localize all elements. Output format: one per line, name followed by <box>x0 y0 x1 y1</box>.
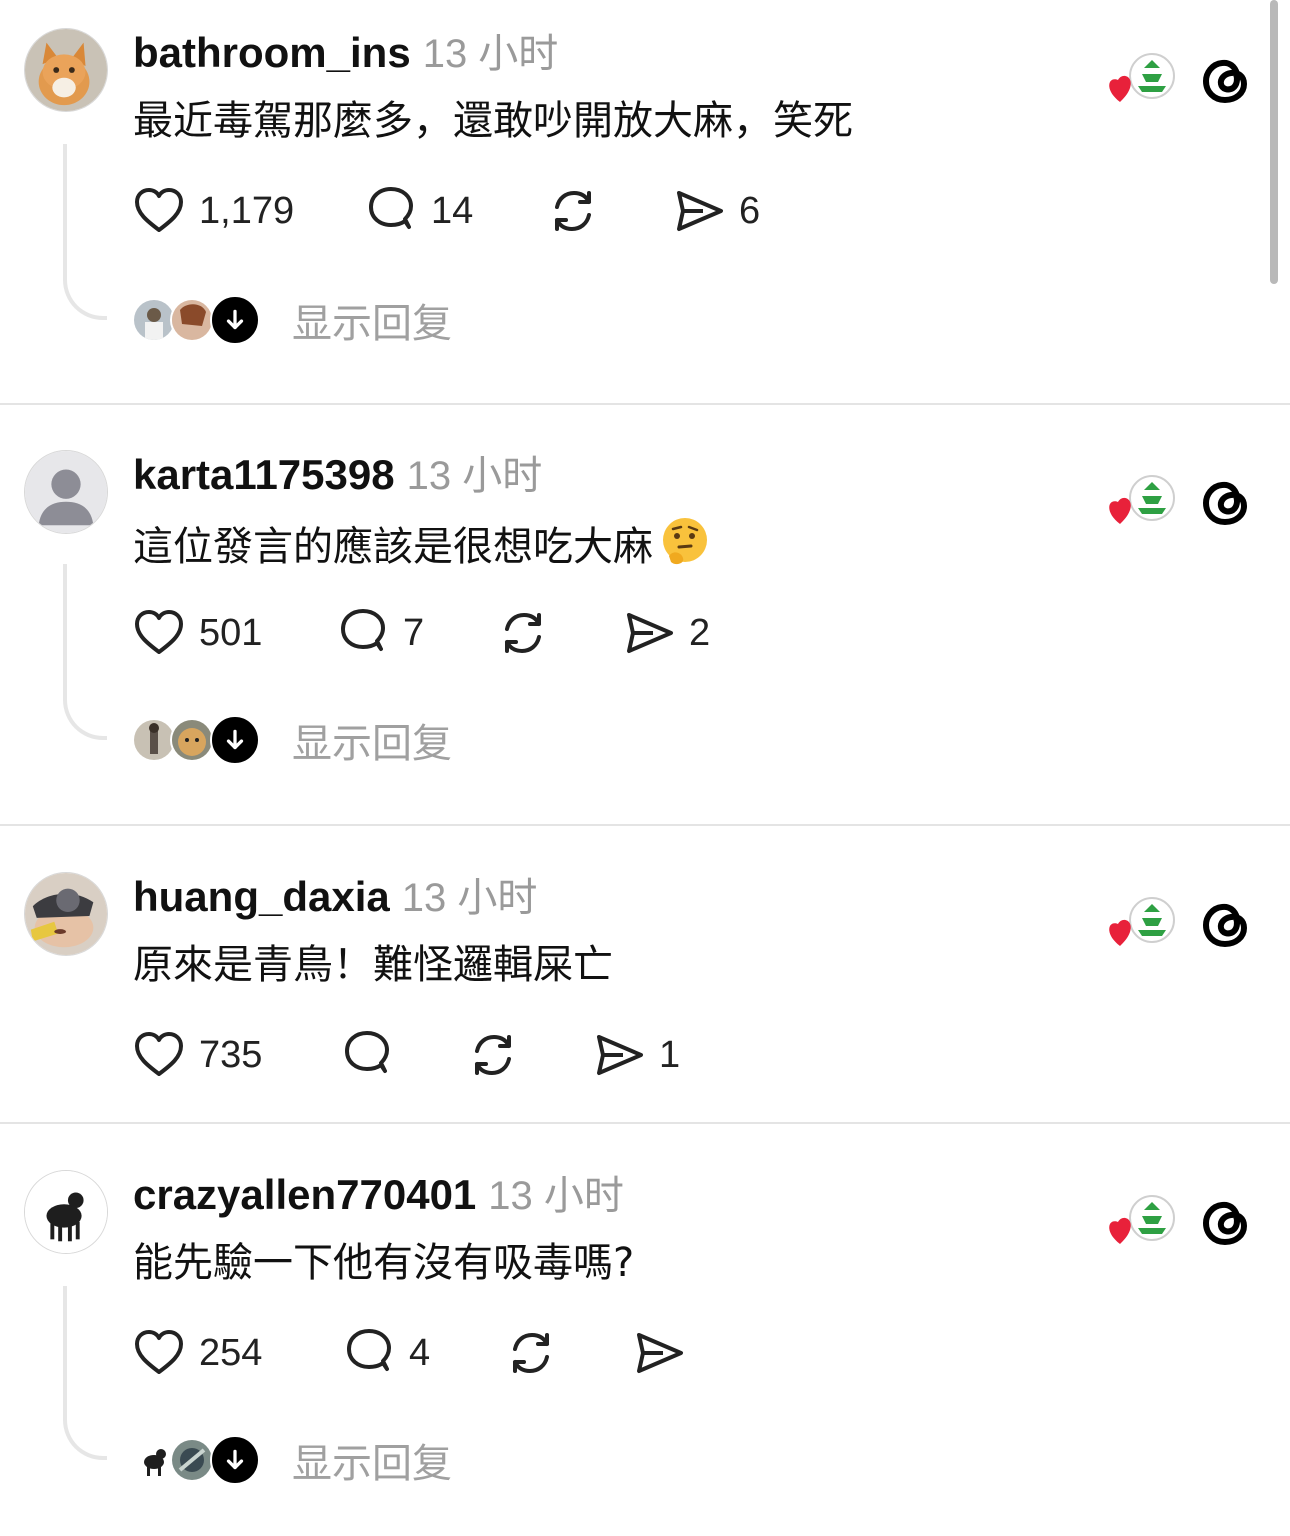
share-button[interactable]: 2 <box>623 605 710 661</box>
like-button[interactable]: 1,179 <box>133 183 294 239</box>
reply-avatar <box>170 1438 214 1482</box>
reply-avatar <box>170 298 214 342</box>
badge-icons <box>1104 52 1180 108</box>
repost-button[interactable] <box>547 183 599 239</box>
down-arrow-icon <box>210 295 260 345</box>
comment-icon <box>345 1031 389 1073</box>
threads-logo-icon[interactable] <box>1198 896 1254 952</box>
repost-button[interactable] <box>467 1027 519 1083</box>
post-text: 原來是青鳥！難怪邏輯屎亡 <box>133 942 613 988</box>
username[interactable]: bathroom_ins 13 小时 <box>133 28 558 79</box>
threads-logo-icon[interactable] <box>1198 1194 1254 1250</box>
down-arrow-icon <box>210 1435 260 1485</box>
username-text[interactable]: huang_daxia <box>133 873 390 920</box>
post-text: 最近毒駕那麼多，還敢吵開放大麻，笑死 <box>133 98 853 144</box>
show-replies-row[interactable]: 显示回复 <box>132 295 452 347</box>
repost-button[interactable] <box>497 605 549 661</box>
repost-button[interactable] <box>505 1325 557 1381</box>
comment-icon <box>369 187 413 229</box>
reply-avatar <box>170 718 214 762</box>
avatar[interactable] <box>24 28 108 112</box>
post-text: 這位發言的應該是很想吃大麻 <box>133 516 711 574</box>
repost-icon <box>505 613 541 653</box>
avatar[interactable] <box>24 450 108 534</box>
threads-logo-icon[interactable] <box>1198 474 1254 530</box>
like-button[interactable]: 254 <box>133 1325 262 1381</box>
show-replies-link[interactable]: 显示回复 <box>292 1431 452 1489</box>
comment-button[interactable] <box>341 1027 393 1083</box>
share-icon <box>677 191 723 231</box>
timestamp: 13 小时 <box>406 454 543 498</box>
post-text-content: 這位發言的應該是很想吃大麻 <box>133 524 653 570</box>
avatar[interactable] <box>24 1170 108 1254</box>
thread-line <box>63 1286 107 1460</box>
username[interactable]: huang_daxia 13 小时 <box>133 872 537 923</box>
divider <box>0 403 1290 405</box>
share-icon <box>627 613 673 653</box>
divider <box>0 824 1290 826</box>
username-text[interactable]: karta1175398 <box>133 451 395 498</box>
heart-icon <box>135 1032 183 1076</box>
badge-icons <box>1104 1194 1180 1250</box>
dog-avatar-image <box>25 1171 107 1253</box>
post-text: 能先驗一下他有沒有吸毒嗎? <box>133 1240 635 1286</box>
photo-avatar-image <box>25 873 107 955</box>
cat-avatar-image <box>25 29 107 111</box>
divider <box>0 1122 1290 1124</box>
like-count: 501 <box>199 611 263 654</box>
share-button[interactable]: 1 <box>593 1027 680 1083</box>
username-text[interactable]: crazyallen770401 <box>133 1171 476 1218</box>
comment-count: 14 <box>431 189 474 232</box>
share-icon <box>637 1333 683 1373</box>
comment-button[interactable]: 7 <box>337 605 424 661</box>
share-button[interactable] <box>633 1325 685 1381</box>
scrollbar[interactable] <box>1270 0 1278 284</box>
comment-button[interactable]: 4 <box>343 1325 430 1381</box>
show-replies-row[interactable]: 显示回复 <box>132 715 452 767</box>
heart-icon <box>135 1330 183 1374</box>
share-count: 1 <box>659 1033 681 1076</box>
timestamp: 13 小时 <box>422 32 559 76</box>
thread-line <box>63 564 107 740</box>
heart-icon <box>135 188 183 232</box>
timestamp: 13 小时 <box>401 876 538 920</box>
repost-icon <box>475 1035 511 1075</box>
like-button[interactable]: 501 <box>133 605 262 661</box>
share-count: 2 <box>689 611 711 654</box>
like-count: 735 <box>199 1033 263 1076</box>
show-replies-link[interactable]: 显示回复 <box>292 291 452 349</box>
comment-count: 4 <box>409 1331 431 1374</box>
show-replies-row[interactable]: 显示回复 <box>132 1435 452 1487</box>
thinking-face-icon <box>663 518 707 565</box>
username[interactable]: karta1175398 13 小时 <box>133 450 542 501</box>
share-count: 6 <box>739 189 761 232</box>
timestamp: 13 小时 <box>488 1174 624 1218</box>
comment-icon <box>347 1329 391 1371</box>
comment-count: 7 <box>403 611 425 654</box>
repost-icon <box>555 191 591 231</box>
badge-icons <box>1104 896 1180 952</box>
username[interactable]: crazyallen770401 13 小时 <box>133 1170 624 1221</box>
heart-icon <box>135 610 183 654</box>
avatar[interactable] <box>24 872 108 956</box>
comment-button[interactable]: 14 <box>365 183 473 239</box>
repost-icon <box>513 1333 549 1373</box>
username-text[interactable]: bathroom_ins <box>133 29 411 76</box>
like-count: 254 <box>199 1331 263 1374</box>
badge-icons <box>1104 474 1180 530</box>
share-icon <box>597 1035 643 1075</box>
thread-line <box>63 144 107 320</box>
threads-logo-icon[interactable] <box>1198 52 1254 108</box>
default-avatar-image <box>25 451 107 533</box>
like-count: 1,179 <box>199 189 295 232</box>
down-arrow-icon <box>210 715 260 765</box>
like-button[interactable]: 735 <box>133 1027 262 1083</box>
share-button[interactable]: 6 <box>673 183 760 239</box>
show-replies-link[interactable]: 显示回复 <box>292 711 452 769</box>
comment-icon <box>341 609 385 651</box>
